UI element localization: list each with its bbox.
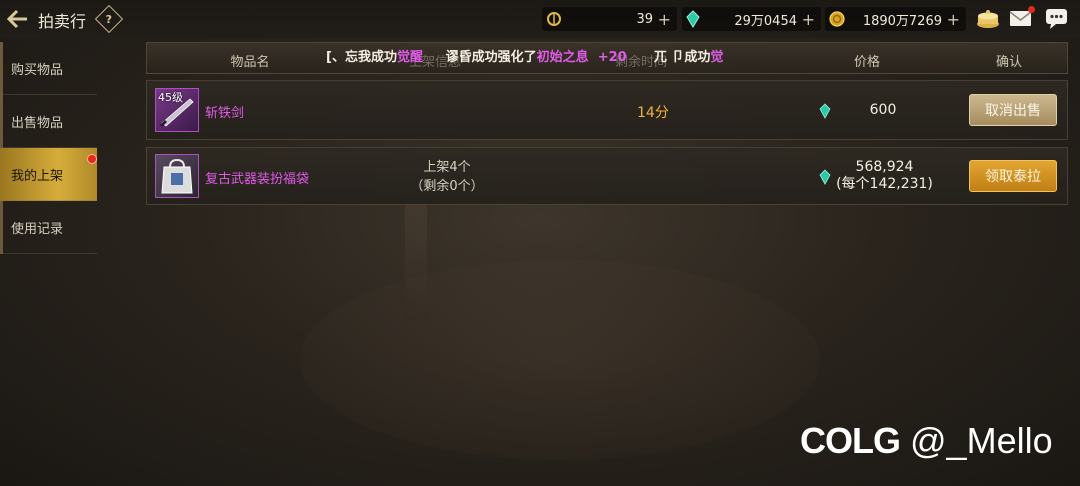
background-glow bbox=[300, 260, 820, 460]
help-button[interactable]: ? bbox=[94, 4, 124, 34]
ticker-text: [、忘我成功 bbox=[326, 50, 397, 65]
gem-value: 29万0454 bbox=[734, 13, 797, 29]
page-title: 拍卖行 bbox=[38, 12, 87, 31]
table-row: 复古武器装扮福袋 上架4个 （剩余0个） 568,924 (每个142,231)… bbox=[146, 147, 1068, 205]
side-nav: 购买物品 出售物品 我的上架 使用记录 bbox=[0, 42, 97, 254]
nav-marker bbox=[0, 95, 3, 148]
help-icon: ? bbox=[105, 12, 113, 26]
currency-coupon: 39 + bbox=[542, 7, 677, 31]
nav-item-history[interactable]: 使用记录 bbox=[0, 201, 97, 254]
price-total: 568,924 bbox=[855, 159, 914, 175]
colg-logo: COLG bbox=[800, 420, 901, 461]
coupon-value: 39 bbox=[636, 11, 653, 27]
nav-item-sell[interactable]: 出售物品 bbox=[0, 95, 97, 148]
ticker-highlight: 觉 bbox=[710, 50, 724, 65]
ticker-highlight: 觉醒 bbox=[396, 50, 423, 65]
cake-icon[interactable] bbox=[975, 8, 1001, 30]
watermark-handle: @_Mello bbox=[910, 420, 1053, 461]
top-bar: 拍卖行 ? 39 + 29万0454 + 1890万7269 + bbox=[0, 0, 1080, 38]
ticker-highlight: 初始之息 bbox=[536, 50, 589, 65]
lucky-bag-item-icon[interactable] bbox=[155, 154, 199, 198]
listing-info: 上架4个 （剩余0个） bbox=[392, 158, 502, 196]
column-header-price: 价格 bbox=[853, 55, 881, 70]
gem-icon bbox=[686, 10, 700, 28]
listing-remaining: （剩余0个） bbox=[410, 179, 484, 194]
nav-item-label: 购买物品 bbox=[11, 62, 64, 78]
ticker-highlight: +20 bbox=[597, 50, 627, 65]
ticker-text: 兀 卩成功 bbox=[653, 50, 711, 65]
watermark: COLG @_Mello bbox=[800, 420, 1053, 462]
item-level: 45级 bbox=[158, 91, 183, 104]
column-header-confirm: 确认 bbox=[995, 55, 1023, 70]
table-row: 45级 斩铁剑 14分 600 取消出售 bbox=[146, 80, 1068, 140]
cancel-sale-button[interactable]: 取消出售 bbox=[969, 94, 1057, 126]
coupon-icon bbox=[547, 12, 561, 26]
sword-item-icon[interactable]: 45级 bbox=[155, 88, 199, 132]
gem-icon bbox=[819, 169, 831, 185]
currency-gold: 1890万7269 + bbox=[825, 7, 966, 31]
announcement-ticker: [、忘我成功觉醒 谬昏成功强化了初始之息 +20 兀 卩成功觉 bbox=[326, 46, 723, 65]
background-beam bbox=[405, 200, 427, 320]
nav-marker bbox=[0, 42, 3, 95]
gem-icon bbox=[819, 103, 831, 119]
mail-notification-dot bbox=[1028, 6, 1035, 13]
time-left: 14分 bbox=[637, 105, 669, 121]
lucky-bag-icon bbox=[161, 158, 193, 194]
gold-coin-icon bbox=[829, 11, 845, 27]
listing-count: 上架4个 bbox=[423, 160, 471, 175]
nav-item-label: 出售物品 bbox=[11, 115, 64, 131]
nav-item-label: 使用记录 bbox=[11, 221, 64, 237]
column-header-item-name: 物品名 bbox=[230, 55, 270, 70]
gem-add-button[interactable]: + bbox=[802, 10, 815, 29]
price-each: (每个142,231) bbox=[836, 176, 933, 192]
gold-add-button[interactable]: + bbox=[947, 10, 960, 29]
item-name: 复古武器装扮福袋 bbox=[205, 172, 310, 187]
nav-item-my-listings[interactable]: 我的上架 bbox=[0, 148, 97, 201]
nav-item-label: 我的上架 bbox=[11, 168, 64, 184]
nav-marker bbox=[0, 201, 3, 254]
claim-tera-button[interactable]: 领取泰拉 bbox=[969, 160, 1057, 192]
item-name: 斩铁剑 bbox=[205, 106, 245, 121]
nav-item-buy[interactable]: 购买物品 bbox=[0, 42, 97, 95]
ticker-text: 谬昏成功强化了 bbox=[445, 50, 537, 65]
notification-dot bbox=[87, 154, 97, 164]
back-arrow-icon bbox=[7, 9, 27, 29]
gold-value: 1890万7269 bbox=[862, 13, 942, 29]
chat-icon[interactable] bbox=[1045, 8, 1069, 30]
item-price: 568,924 (每个142,231) bbox=[832, 159, 937, 193]
item-price: 600 bbox=[869, 102, 897, 118]
back-button[interactable] bbox=[4, 6, 32, 32]
currency-gem: 29万0454 + bbox=[682, 7, 821, 31]
coupon-add-button[interactable]: + bbox=[658, 10, 671, 29]
